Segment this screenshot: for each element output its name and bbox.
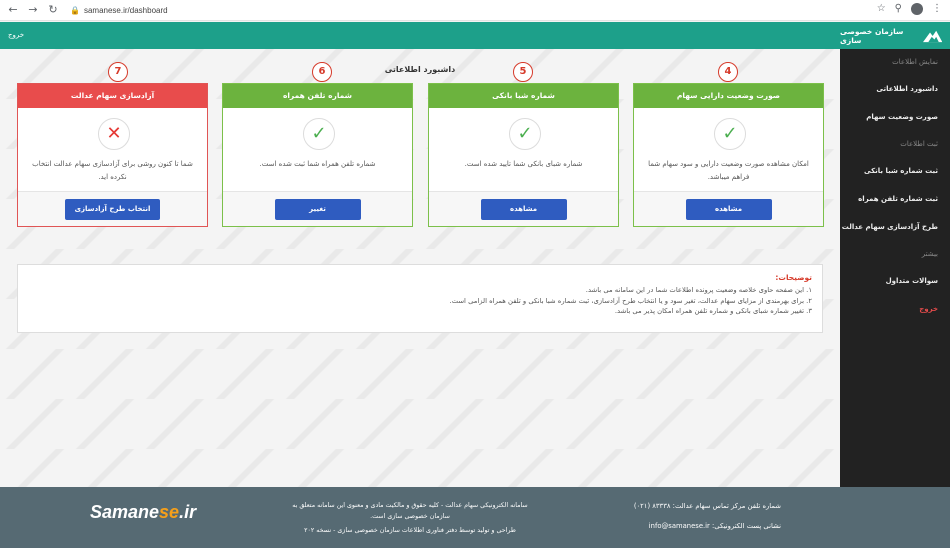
- menu-dots-icon[interactable]: ⋮: [932, 3, 942, 15]
- step-badge-5: 5: [513, 62, 533, 82]
- back-icon[interactable]: ←: [6, 3, 20, 17]
- sidebar-item-faq[interactable]: سوالات متداول: [840, 267, 950, 295]
- card-footer: مشاهده: [634, 191, 823, 226]
- address-bar[interactable]: samanese.ir/dashboard: [84, 6, 168, 15]
- card-title: آزادسازی سهام عدالت: [18, 84, 207, 108]
- notes-box: توضیحات: ۱. این صفحه حاوی خلاصه وضعیت پر…: [17, 264, 823, 333]
- select-freeing-plan-button[interactable]: انتخاب طرح آزادسازی: [64, 198, 161, 220]
- check-icon: ✓: [509, 118, 541, 150]
- footer-logo: Samanese.ir: [90, 502, 197, 522]
- card-footer: مشاهده: [429, 191, 618, 226]
- step-badge-7: 7: [108, 62, 128, 82]
- footer-copyright-line: سازمان خصوصی سازی است.: [370, 513, 450, 520]
- profile-avatar[interactable]: [911, 3, 923, 15]
- card-footer: انتخاب طرح آزادسازی: [18, 191, 207, 226]
- notes-line: ۱. این صفحه حاوی خلاصه وضعیت پرونده اطلا…: [585, 286, 812, 294]
- sidebar-item-exit[interactable]: خروج: [840, 295, 950, 323]
- notes-title: توضیحات:: [775, 273, 812, 282]
- sidebar-item-assets[interactable]: صورت وضعیت سهام: [840, 103, 950, 131]
- brand-area[interactable]: سازمان خصوصی سازی: [840, 22, 950, 49]
- change-phone-button[interactable]: تغییر: [274, 198, 361, 220]
- extension-icon[interactable]: ⚲: [895, 3, 902, 15]
- card-footer: تغییر: [223, 191, 412, 226]
- sidebar-item-phone[interactable]: ثبت شماره تلفن همراه: [840, 185, 950, 213]
- step-badge-4: 4: [718, 62, 738, 82]
- logout-link[interactable]: خروج: [8, 31, 24, 39]
- footer-copyright-line: سامانه الکترونیکی سهام عدالت - کلیه حقوق…: [292, 502, 528, 509]
- card-title: صورت وضعیت دارایی سهام: [634, 84, 823, 108]
- sidebar-section-more: بیشتر: [921, 250, 938, 258]
- sidebar-item-shaba[interactable]: ثبت شماره شبا بانکی: [840, 157, 950, 185]
- footer: Samanese.ir سامانه الکترونیکی سهام عدالت…: [0, 487, 950, 548]
- footer-email[interactable]: نشانی پست الکترونیکی: info@samanese.ir: [616, 518, 781, 534]
- brand-logo-icon: [922, 30, 942, 42]
- lock-icon: 🔒: [70, 5, 80, 15]
- cross-icon: ✕: [98, 118, 130, 150]
- card-freeing: آزادسازی سهام عدالت ✕ شما تا کنون روشی ب…: [17, 83, 208, 227]
- view-shaba-button[interactable]: مشاهده: [480, 198, 567, 220]
- notes-line: ۳. تغییر شماره شبای بانکی و شماره تلفن ه…: [614, 307, 812, 315]
- notes-line: ۲. برای بهرمندی از مزایای سهام عدالت، تغ…: [449, 296, 813, 305]
- sidebar: نمایش اطلاعات داشبورد اطلاعاتی صورت وضعی…: [840, 49, 950, 489]
- footer-phone: شماره تلفن مرکز تماس سهام عدالت: ۸۳۳۳۸ (…: [633, 502, 781, 510]
- sidebar-section-register: ثبت اطلاعات: [900, 140, 938, 148]
- view-assets-button[interactable]: مشاهده: [685, 198, 772, 220]
- card-description: امکان مشاهده صورت وضعیت دارایی و سود سها…: [648, 160, 809, 181]
- sidebar-item-freeing[interactable]: طرح آزادسازی سهام عدالت: [840, 213, 950, 241]
- card-description: شماره شبای بانکی شما تایید شده است.: [464, 160, 583, 168]
- top-header-bar: خروج: [0, 22, 840, 49]
- footer-credit: طراحی و تولید توسط دفتر فناوری اطلاعات س…: [304, 527, 516, 534]
- step-badge-6: 6: [312, 62, 332, 82]
- sidebar-section-view: نمایش اطلاعات: [892, 58, 938, 66]
- brand-name: سازمان خصوصی سازی: [840, 26, 904, 45]
- card-asset-status: صورت وضعیت دارایی سهام ✓ امکان مشاهده صو…: [633, 83, 824, 227]
- forward-icon[interactable]: →: [26, 3, 40, 17]
- sidebar-item-dashboard[interactable]: داشبورد اطلاعاتی: [840, 75, 950, 103]
- card-shaba: شماره شبا بانکی ✓ شماره شبای بانکی شما ت…: [428, 83, 619, 227]
- bookmark-star-icon[interactable]: ☆: [877, 3, 886, 15]
- main-content: داشبورد اطلاعاتی 4 5 6 7 صورت وضعیت دارا…: [0, 49, 840, 487]
- card-description: شماره تلفن همراه شما ثبت شده است.: [259, 160, 376, 168]
- check-icon: ✓: [303, 118, 335, 150]
- reload-icon[interactable]: ↻: [46, 3, 60, 17]
- card-description: شما تا کنون روشی برای آزادسازی سهام عدال…: [32, 160, 193, 181]
- check-icon: ✓: [714, 118, 746, 150]
- browser-actions: ☆ ⚲ ⋮: [877, 3, 942, 15]
- card-title: شماره شبا بانکی: [429, 84, 618, 108]
- card-title: شماره تلفن همراه: [223, 84, 412, 108]
- browser-toolbar: ← → ↻ 🔒 samanese.ir/dashboard ☆ ⚲ ⋮: [0, 0, 950, 21]
- footer-contact: شماره تلفن مرکز تماس سهام عدالت: ۸۳۳۳۸ (…: [616, 498, 781, 534]
- card-phone: شماره تلفن همراه ✓ شماره تلفن همراه شما …: [222, 83, 413, 227]
- footer-copyright: سامانه الکترونیکی سهام عدالت - کلیه حقوق…: [270, 500, 550, 536]
